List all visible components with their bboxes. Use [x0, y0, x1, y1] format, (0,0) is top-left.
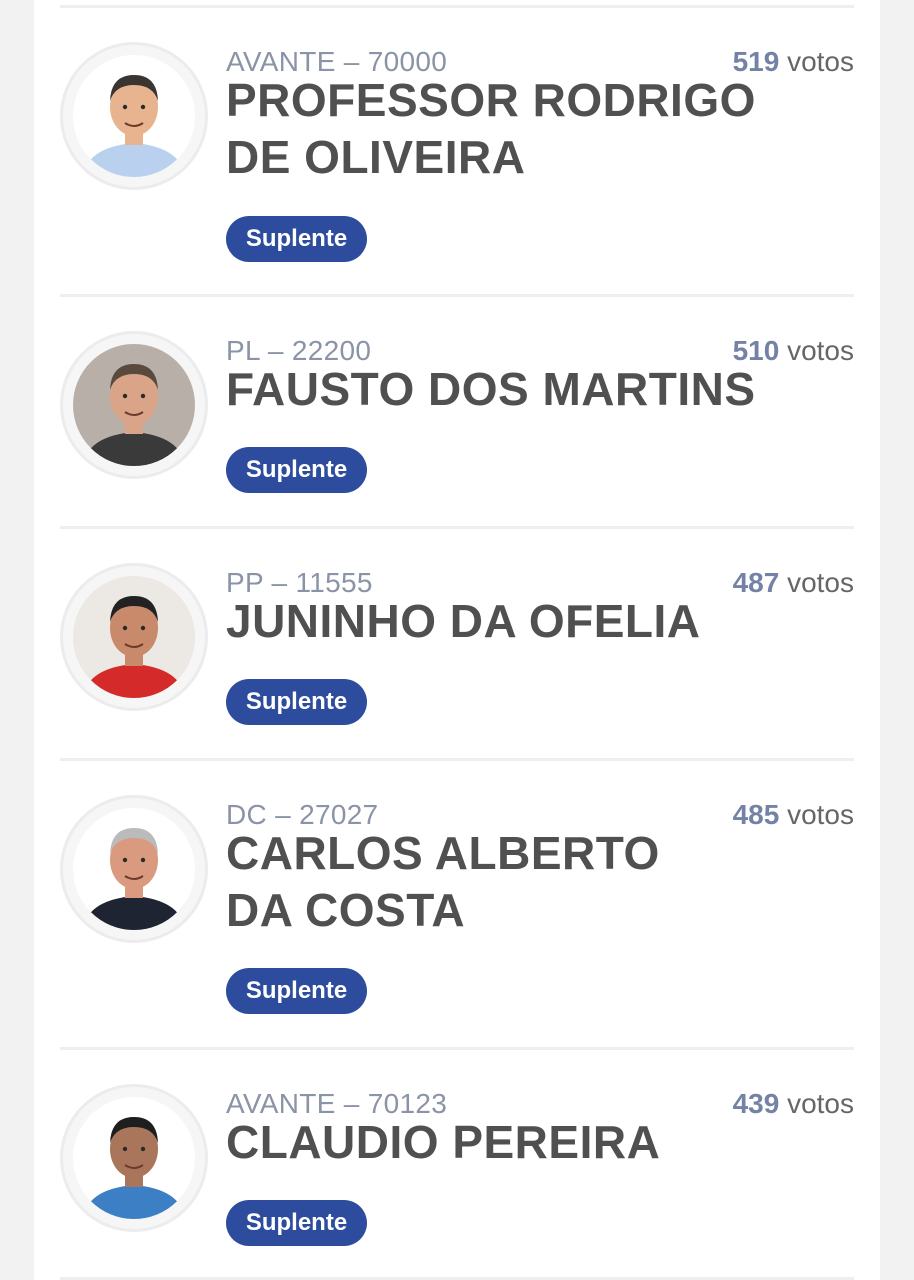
- votes-label: votos: [787, 1088, 854, 1119]
- divider: [60, 526, 854, 529]
- divider: [60, 1047, 854, 1050]
- votes-label: votos: [787, 335, 854, 366]
- candidate-name: FAUSTO DOS MARTINS: [226, 363, 756, 415]
- status-badge: Suplente: [226, 1200, 367, 1246]
- candidate-photo-svg: [73, 1097, 195, 1219]
- candidate-row[interactable]: AVANTE – 70123 439 votos CLAUDIO PEREIRA…: [60, 1084, 854, 1278]
- candidate-row[interactable]: PP – 11555 487 votos JUNINHO DA OFELIA S…: [60, 563, 854, 757]
- candidate-name: CARLOS ALBERTO DA COSTA: [226, 827, 660, 936]
- candidate-photo-svg: [73, 344, 195, 466]
- divider: [60, 5, 854, 8]
- divider: [60, 758, 854, 761]
- candidate-photo: [73, 576, 195, 698]
- candidate-photo-svg: [73, 55, 195, 177]
- avatar: [60, 331, 208, 479]
- candidate-row[interactable]: AVANTE – 70000 519 votos PROFESSOR RODRI…: [60, 42, 854, 292]
- divider: [60, 294, 854, 297]
- candidate-photo: [73, 1097, 195, 1219]
- candidate-photo-svg: [73, 808, 195, 930]
- candidate-name: PROFESSOR RODRIGO DE OLIVEIRA: [226, 74, 756, 183]
- votes-label: votos: [787, 46, 854, 77]
- candidate-photo-svg: [73, 576, 195, 698]
- avatar: [60, 563, 208, 711]
- candidate-list-card: AVANTE – 70000 519 votos PROFESSOR RODRI…: [34, 0, 880, 1280]
- avatar: [60, 42, 208, 190]
- votes-label: votos: [787, 799, 854, 830]
- status-badge: Suplente: [226, 447, 367, 493]
- votes-label: votos: [787, 567, 854, 598]
- candidate-name: JUNINHO DA OFELIA: [226, 595, 701, 647]
- candidate-photo: [73, 55, 195, 177]
- candidate-name: CLAUDIO PEREIRA: [226, 1116, 661, 1168]
- status-badge: Suplente: [226, 216, 367, 262]
- candidate-row[interactable]: PL – 22200 510 votos FAUSTO DOS MARTINS …: [60, 331, 854, 525]
- candidate-photo: [73, 344, 195, 466]
- candidate-photo: [73, 808, 195, 930]
- avatar: [60, 795, 208, 943]
- votes-count: 485: [732, 799, 780, 830]
- status-badge: Suplente: [226, 679, 367, 725]
- avatar: [60, 1084, 208, 1232]
- status-badge: Suplente: [226, 968, 367, 1014]
- candidate-row[interactable]: DC – 27027 485 votos CARLOS ALBERTO DA C…: [60, 795, 854, 1045]
- candidate-votes: 485 votos: [733, 799, 854, 831]
